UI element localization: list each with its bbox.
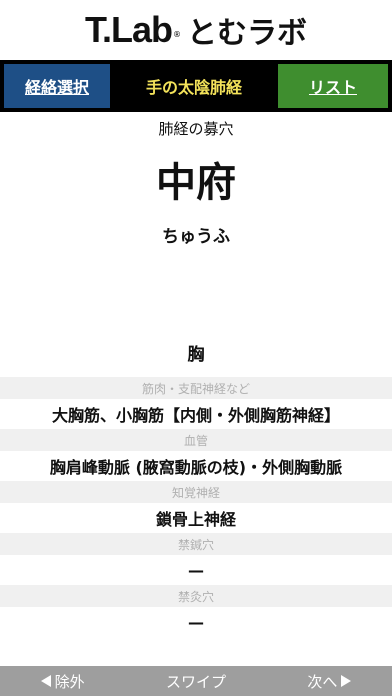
registered-mark: ® [173,29,181,39]
meridian-title: 手の太陰肺経 [145,78,242,97]
detail-list: 筋肉・支配神経など 大胸筋、小胸筋【内側・外側胸筋神経】 血管 胸肩峰動脈 (腋… [0,377,392,637]
point-category: 肺経の募穴 [158,120,234,138]
nav-bar: 経絡選択 手の太陰肺経 リスト [0,60,392,112]
muscle-value: 大胸筋、小胸筋【内側・外側胸筋神経】 [0,399,392,429]
no-moxa-label: 禁灸穴 [0,585,392,607]
vessel-value: 胸肩峰動脈 (腋窩動脈の枝)・外側胸動脈 [0,451,392,481]
sensory-nerve-label: 知覚神経 [0,481,392,503]
muscle-label: 筋肉・支配神経など [0,377,392,399]
point-reading: ちゅうふ [162,227,230,247]
triangle-right-icon [341,675,352,687]
vessel-label: 血管 [0,429,392,451]
app-logo: T.Lab ® とむラボ [0,0,392,60]
sensory-nerve-value: 鎖骨上神経 [0,503,392,533]
no-needle-label: 禁鍼穴 [0,533,392,555]
next-button[interactable]: 次へ [307,671,352,692]
swipe-hint: スワイプ [165,672,226,691]
exclude-label: 除外 [54,672,85,691]
list-button[interactable]: リスト [278,64,388,108]
point-name: 中府 [156,160,236,206]
triangle-left-icon [40,675,51,687]
exclude-button[interactable]: 除外 [40,671,85,692]
no-moxa-value: — [0,607,392,637]
logo-text: T.Lab [84,9,173,50]
no-needle-value: — [0,555,392,585]
meridian-select-button[interactable]: 経絡選択 [4,64,110,108]
footer-bar: 除外 スワイプ 次へ [0,666,392,696]
next-label: 次へ [307,672,338,691]
body-region: 胸 [187,345,205,365]
logo-kana: とむラボ [187,16,307,51]
